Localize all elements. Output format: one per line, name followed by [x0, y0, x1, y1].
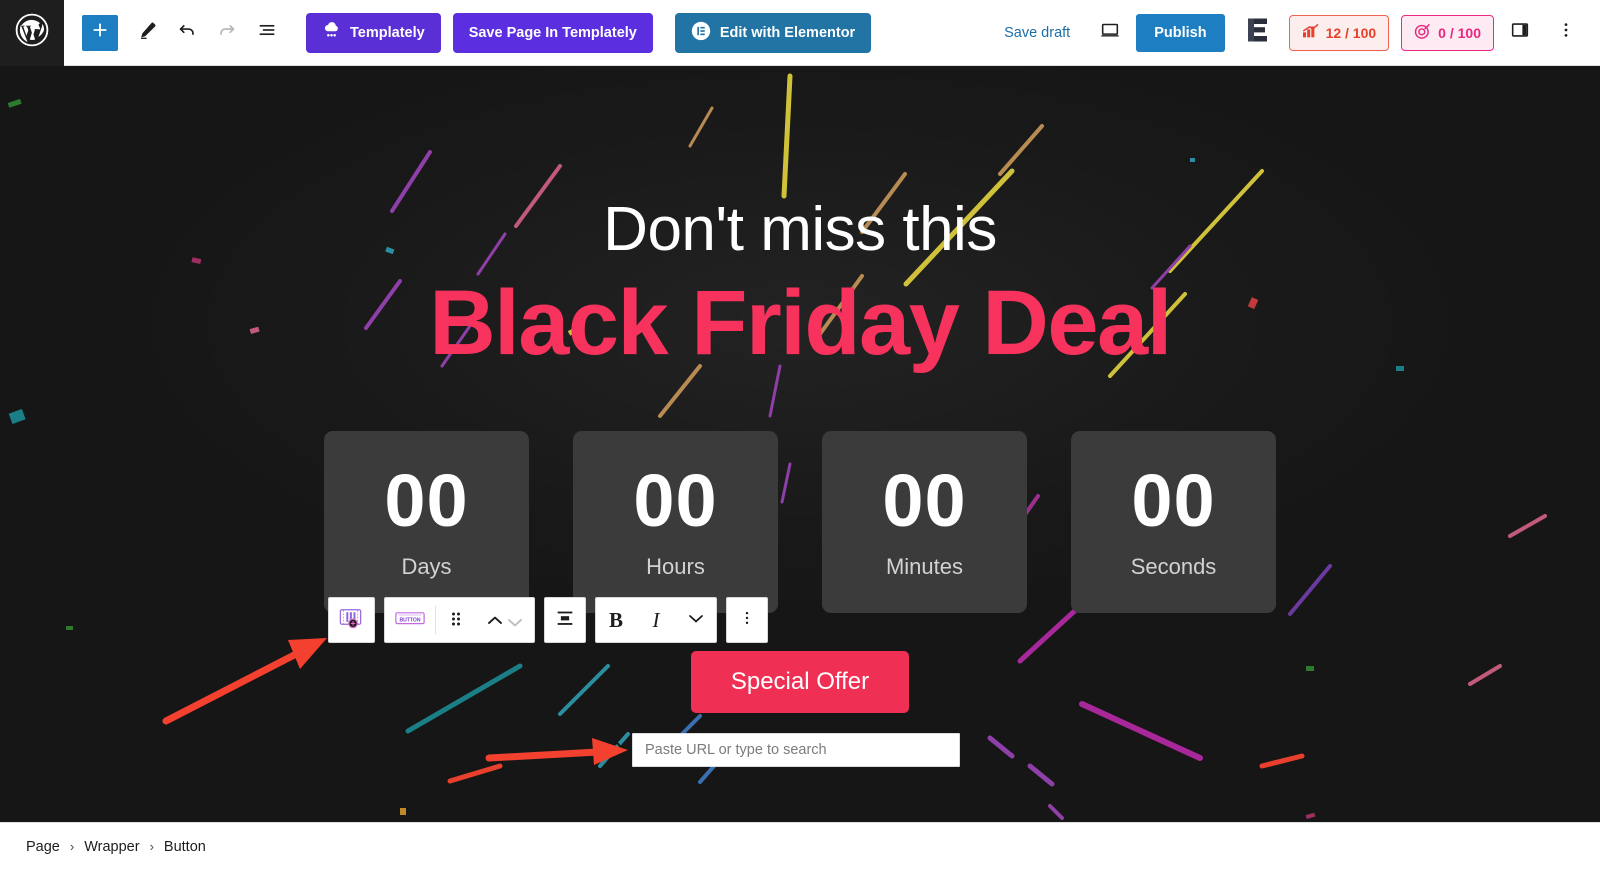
templately-button[interactable]: Templately [306, 12, 441, 53]
seo-target-icon [1414, 23, 1431, 43]
editor-top-bar: Templately Save Page In Templately Edit … [0, 0, 1600, 66]
more-formats-button[interactable] [676, 598, 716, 642]
insert-template-group [328, 597, 375, 643]
countdown-unit-seconds[interactable]: 00 Seconds [1071, 431, 1276, 614]
insert-template-block-icon [338, 607, 365, 634]
italic-button[interactable]: I [636, 598, 676, 642]
templately-button-label: Templately [350, 24, 425, 41]
preview-monitor-icon [1099, 19, 1121, 46]
block-toolbar: BUTTON B I [328, 597, 768, 643]
templately-cloud-icon [322, 21, 341, 44]
alignment-group [544, 597, 586, 643]
block-options-button[interactable] [727, 598, 767, 642]
chevron-down-icon [686, 611, 706, 630]
undo-button[interactable] [168, 14, 206, 52]
svg-text:BUTTON: BUTTON [399, 617, 420, 623]
countdown-label: Hours [646, 554, 705, 580]
plus-icon [89, 19, 111, 46]
button-block-icon: BUTTON [394, 608, 426, 633]
list-view-icon [256, 19, 278, 46]
editor-root: Templately Save Page In Templately Edit … [0, 0, 1600, 870]
countdown-value: 00 [882, 459, 967, 543]
edit-mode-button[interactable] [128, 14, 166, 52]
save-page-in-templately-button[interactable]: Save Page In Templately [452, 12, 653, 53]
chevron-down-icon [505, 616, 525, 629]
list-view-button[interactable] [248, 14, 286, 52]
wordpress-logo-icon [15, 13, 49, 52]
hero-section: Don't miss this Black Friday Deal [0, 66, 1600, 375]
breadcrumb-item-wrapper[interactable]: Wrapper [84, 839, 139, 855]
bold-button[interactable]: B [596, 598, 636, 642]
undo-arrow-icon [176, 19, 198, 46]
drag-handle-icon [449, 608, 463, 633]
pencil-icon [137, 20, 158, 46]
save-page-button-label: Save Page In Templately [468, 24, 637, 41]
hero-title: Black Friday Deal [429, 272, 1172, 375]
top-bar-right-tools: Save draft Publish 12 / 100 0 / 100 [990, 13, 1600, 53]
link-url-popover [600, 733, 960, 767]
kebab-menu-icon [738, 608, 756, 633]
seo-score-label: 0 / 100 [1438, 24, 1481, 41]
chevron-up-icon [485, 614, 505, 627]
settings-sidebar-toggle[interactable] [1500, 13, 1540, 53]
countdown-value: 00 [633, 459, 718, 543]
elementor-logo-icon [691, 21, 711, 45]
block-type-button[interactable]: BUTTON [385, 598, 435, 642]
link-chain-icon [600, 737, 626, 763]
breadcrumb: Page › Wrapper › Button [0, 822, 1600, 870]
top-bar-left-tools [64, 14, 286, 52]
rank-math-icon [1302, 23, 1319, 42]
more-options-button[interactable] [1546, 13, 1586, 53]
breadcrumb-separator: › [149, 839, 154, 854]
link-url-input[interactable] [632, 733, 960, 767]
countdown-label: Days [401, 554, 452, 580]
countdown-unit-hours[interactable]: 00 Hours [573, 431, 778, 614]
redo-arrow-icon [216, 19, 238, 46]
countdown-value: 00 [384, 459, 469, 543]
essential-blocks-button[interactable] [1239, 14, 1277, 52]
edit-with-elementor-button[interactable]: Edit with Elementor [674, 12, 872, 53]
seo-score-badge[interactable]: 0 / 100 [1401, 14, 1494, 51]
breadcrumb-item-page[interactable]: Page [26, 839, 60, 855]
breadcrumb-item-button[interactable]: Button [164, 839, 206, 855]
block-controls-group: BUTTON [384, 597, 535, 643]
hero-subtitle: Don't miss this [603, 195, 997, 264]
essential-blocks-icon [1246, 17, 1270, 48]
rank-math-score-badge[interactable]: 12 / 100 [1288, 14, 1390, 51]
cta-wrapper: Special Offer [0, 651, 1600, 714]
elementor-button-label: Edit with Elementor [719, 24, 856, 41]
kebab-menu-icon [1556, 20, 1576, 45]
preview-button[interactable] [1090, 13, 1130, 53]
publish-button[interactable]: Publish [1136, 13, 1225, 52]
drag-block-handle[interactable] [436, 598, 476, 642]
countdown-unit-days[interactable]: 00 Days [324, 431, 529, 614]
special-offer-button[interactable]: Special Offer [690, 651, 910, 714]
countdown-timer: 00 Days 00 Hours 00 Minutes 00 Seconds [0, 431, 1600, 614]
block-options-group [726, 597, 768, 643]
redo-button[interactable] [208, 14, 246, 52]
align-center-icon [554, 607, 576, 634]
text-format-group: B I [595, 597, 717, 643]
page-canvas: Don't miss this Black Friday Deal 00 Day… [0, 66, 1600, 822]
sidebar-toggle-icon [1509, 19, 1531, 46]
save-draft-button[interactable]: Save draft [990, 25, 1084, 41]
align-button[interactable] [545, 598, 585, 642]
countdown-value: 00 [1131, 459, 1216, 543]
rank-math-score-label: 12 / 100 [1325, 24, 1377, 41]
breadcrumb-separator: › [69, 839, 75, 854]
wordpress-logo-button[interactable] [0, 0, 64, 66]
add-block-button[interactable] [82, 14, 118, 51]
countdown-label: Seconds [1130, 554, 1217, 580]
insert-template-button[interactable] [329, 598, 374, 642]
countdown-label: Minutes [885, 554, 964, 580]
countdown-unit-minutes[interactable]: 00 Minutes [822, 431, 1027, 614]
move-block-buttons[interactable] [476, 598, 534, 642]
